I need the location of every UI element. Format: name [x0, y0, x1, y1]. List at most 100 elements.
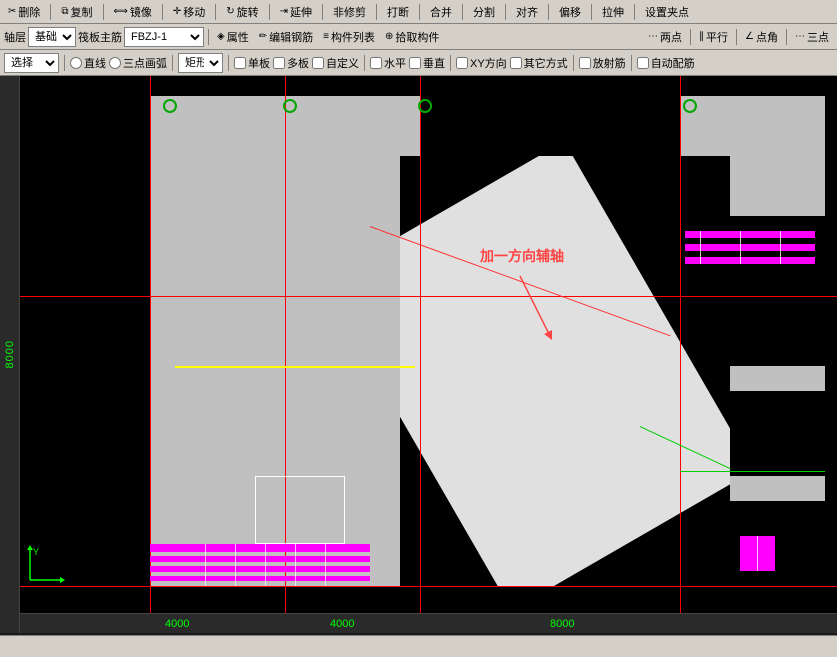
radial-option[interactable]: 放射筋 [579, 55, 626, 71]
delete-icon: ✂ [8, 6, 16, 17]
magenta-bar-right-2 [685, 244, 815, 251]
xy-label: XY方向 [470, 55, 507, 71]
rotate-icon: ↻ [226, 6, 234, 17]
horizontal-checkbox[interactable] [370, 57, 382, 69]
toolbar-2: 轴层 基础 筏板主筋 FBZJ-1 ◈ 属性 ✏ 编辑钢筋 ≡ 构件列表 ⊕ 拾… [0, 24, 837, 50]
sep-t3-1 [64, 55, 65, 71]
toolbar-3: 选择 直线 三点画弧 矩形 单板 多板 自定义 水平 垂直 XY方向 其它方式 [0, 50, 837, 76]
ruler-label-4000-2: 4000 [330, 618, 354, 630]
parallel-button[interactable]: ∥ 平行 [695, 28, 732, 46]
untrim-button[interactable]: 非修剪 [329, 3, 370, 21]
auto-rebar-option[interactable]: 自动配筋 [637, 55, 695, 71]
line-radio[interactable] [70, 57, 82, 69]
parallel-icon: ∥ [699, 31, 704, 42]
component-select[interactable]: FBZJ-1 [124, 27, 204, 47]
properties-icon: ◈ [217, 31, 225, 42]
separator-7 [376, 4, 377, 20]
vertical-label: 垂直 [423, 55, 445, 71]
mirror-icon: ⟺ [114, 6, 128, 17]
stretch-button[interactable]: 拉伸 [598, 3, 628, 21]
magenta-bar-bottom-4 [150, 576, 370, 581]
ruler-label-4000-1: 4000 [165, 618, 189, 630]
vertical-option[interactable]: 垂直 [409, 55, 445, 71]
grip-button[interactable]: 设置夹点 [641, 3, 693, 21]
rotate-button[interactable]: ↻ 旋转 [222, 3, 262, 21]
extend-button[interactable]: ⇥ 延伸 [276, 3, 316, 21]
multi-board-label: 多板 [287, 55, 309, 71]
white-line-4 [295, 544, 296, 586]
extend-icon: ⇥ [280, 6, 288, 17]
yellow-line [175, 366, 415, 368]
magenta-bar-right-1 [685, 231, 815, 238]
custom-checkbox[interactable] [312, 57, 324, 69]
arc-option[interactable]: 三点画弧 [109, 55, 167, 71]
point-angle-icon: ∠ [745, 31, 754, 42]
two-point-icon: ⋯ [648, 31, 658, 42]
horizontal-label: 水平 [384, 55, 406, 71]
magenta-bar-bottom-2 [150, 556, 370, 562]
separator-2 [103, 4, 104, 20]
separator-6 [322, 4, 323, 20]
copy-button[interactable]: ⧉ 复制 [57, 3, 96, 21]
component-label: 筏板主筋 [78, 29, 122, 45]
white-line-r-2 [740, 231, 741, 264]
xy-option[interactable]: XY方向 [456, 55, 507, 71]
single-board-option[interactable]: 单板 [234, 55, 270, 71]
svg-text:Y: Y [33, 547, 39, 557]
arc-label: 三点画弧 [123, 55, 167, 71]
separator-4 [215, 4, 216, 20]
separator-12 [591, 4, 592, 20]
separator-9 [462, 4, 463, 20]
canvas-viewport[interactable]: 加一方向辅轴 X Y [20, 76, 837, 613]
properties-button[interactable]: ◈ 属性 [213, 28, 253, 46]
multi-board-option[interactable]: 多板 [273, 55, 309, 71]
split-button[interactable]: 分割 [469, 3, 499, 21]
two-point-button[interactable]: ⋯ 两点 [644, 28, 686, 46]
move-icon: ✛ [173, 6, 181, 17]
custom-option[interactable]: 自定义 [312, 55, 359, 71]
pick-icon: ⊕ [385, 31, 393, 42]
shape-select[interactable]: 矩形 [178, 53, 223, 73]
delete-button[interactable]: ✂ 删除 [4, 3, 44, 21]
separator-13 [634, 4, 635, 20]
auto-rebar-checkbox[interactable] [637, 57, 649, 69]
line-option[interactable]: 直线 [70, 55, 106, 71]
separator-10 [505, 4, 506, 20]
arc-radio[interactable] [109, 57, 121, 69]
circle-marker-2 [283, 99, 297, 113]
drawing-canvas[interactable]: 加一方向辅轴 X Y [20, 76, 837, 613]
break-button[interactable]: 打断 [383, 3, 413, 21]
offset-button[interactable]: 偏移 [555, 3, 585, 21]
layer-select[interactable]: 基础 [28, 27, 76, 47]
component-list-button[interactable]: ≡ 构件列表 [319, 28, 379, 46]
select-mode[interactable]: 选择 [4, 53, 59, 73]
pick-component-button[interactable]: ⊕ 拾取构件 [381, 28, 443, 46]
white-line-3 [265, 544, 266, 586]
sep-t2-4 [786, 29, 787, 45]
line-label: 直线 [84, 55, 106, 71]
white-line-r-3 [780, 231, 781, 264]
single-board-checkbox[interactable] [234, 57, 246, 69]
move-button[interactable]: ✛ 移动 [169, 3, 209, 21]
three-point-button[interactable]: ⋯ 三点 [791, 28, 833, 46]
vertical-checkbox[interactable] [409, 57, 421, 69]
other-option[interactable]: 其它方式 [510, 55, 568, 71]
radial-checkbox[interactable] [579, 57, 591, 69]
other-checkbox[interactable] [510, 57, 522, 69]
sep-t2-3 [736, 29, 737, 45]
mirror-button[interactable]: ⟺ 镜像 [110, 3, 156, 21]
point-angle-button[interactable]: ∠ 点角 [741, 28, 782, 46]
sep-t2-2 [690, 29, 691, 45]
horizontal-option[interactable]: 水平 [370, 55, 406, 71]
multi-board-checkbox[interactable] [273, 57, 285, 69]
merge-button[interactable]: 合并 [426, 3, 456, 21]
edit-rebar-icon: ✏ [259, 31, 267, 42]
xy-checkbox[interactable] [456, 57, 468, 69]
sep-t3-5 [450, 55, 451, 71]
white-line-1 [205, 544, 206, 586]
edit-rebar-button[interactable]: ✏ 编辑钢筋 [255, 28, 317, 46]
circle-marker-3 [418, 99, 432, 113]
auto-rebar-label: 自动配筋 [651, 55, 695, 71]
separator-5 [269, 4, 270, 20]
align-button[interactable]: 对齐 [512, 3, 542, 21]
